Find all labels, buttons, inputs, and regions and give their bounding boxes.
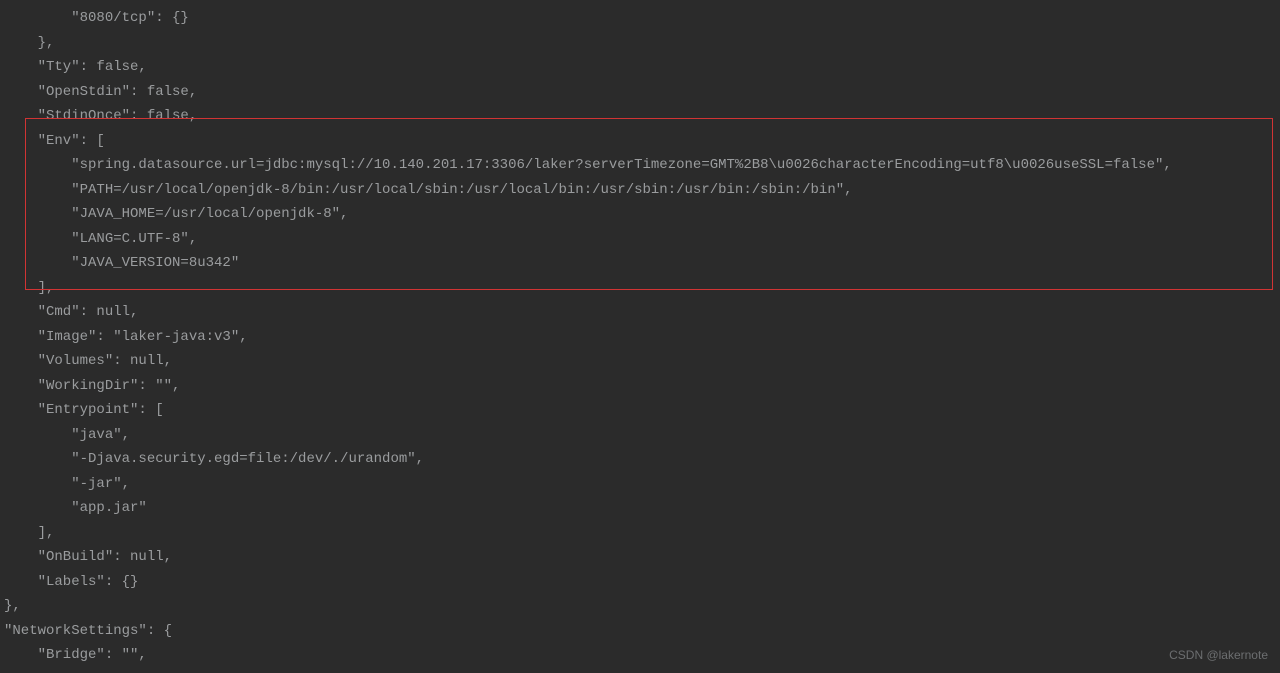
code-line: "-jar", [4, 472, 1280, 497]
watermark: CSDN @lakernote [1169, 643, 1268, 668]
code-line: "OpenStdin": false, [4, 80, 1280, 105]
code-line: "8080/tcp": {} [4, 6, 1280, 31]
code-line: }, [4, 594, 1280, 619]
code-line: "-Djava.security.egd=file:/dev/./urandom… [4, 447, 1280, 472]
code-area: "8080/tcp": {} }, "Tty": false, "OpenStd… [0, 0, 1280, 668]
code-line: "Labels": {} [4, 570, 1280, 595]
code-line: "Tty": false, [4, 55, 1280, 80]
code-line: ], [4, 276, 1280, 301]
code-line: "Env": [ [4, 129, 1280, 154]
code-line: "StdinOnce": false, [4, 104, 1280, 129]
code-line: "java", [4, 423, 1280, 448]
code-line: "WorkingDir": "", [4, 374, 1280, 399]
code-line: "Cmd": null, [4, 300, 1280, 325]
code-line: "NetworkSettings": { [4, 619, 1280, 644]
code-line: "Volumes": null, [4, 349, 1280, 374]
code-line: "LANG=C.UTF-8", [4, 227, 1280, 252]
code-line: "JAVA_VERSION=8u342" [4, 251, 1280, 276]
code-line: "OnBuild": null, [4, 545, 1280, 570]
code-line: "Bridge": "", [4, 643, 1280, 668]
code-line: }, [4, 31, 1280, 56]
code-line: "app.jar" [4, 496, 1280, 521]
code-line: "spring.datasource.url=jdbc:mysql://10.1… [4, 153, 1280, 178]
code-line: "PATH=/usr/local/openjdk-8/bin:/usr/loca… [4, 178, 1280, 203]
code-block: "8080/tcp": {} }, "Tty": false, "OpenStd… [4, 6, 1280, 668]
code-line: ], [4, 521, 1280, 546]
code-line: "JAVA_HOME=/usr/local/openjdk-8", [4, 202, 1280, 227]
code-line: "Entrypoint": [ [4, 398, 1280, 423]
code-line: "Image": "laker-java:v3", [4, 325, 1280, 350]
